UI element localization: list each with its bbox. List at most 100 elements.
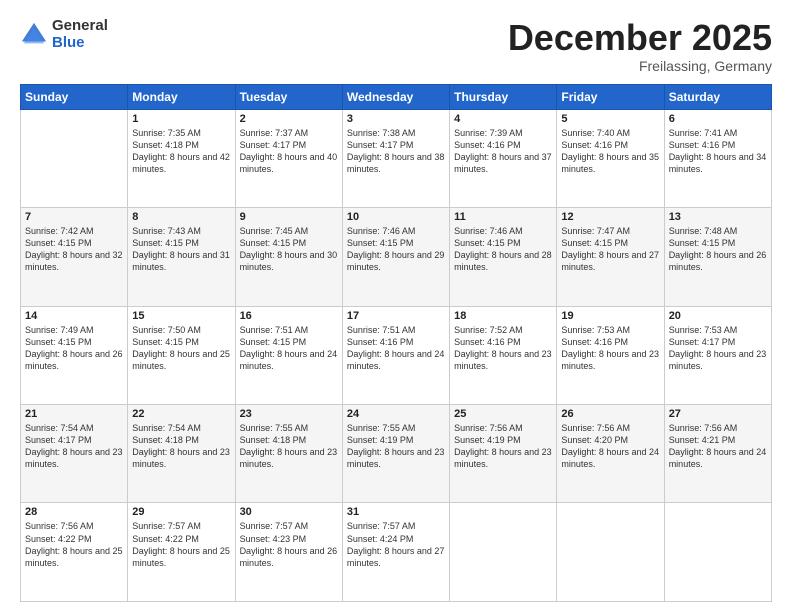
cell-info: Sunrise: 7:56 AMSunset: 4:20 PMDaylight:… — [561, 422, 659, 471]
cell-info: Sunrise: 7:57 AMSunset: 4:23 PMDaylight:… — [240, 520, 338, 569]
header: General Blue December 2025 Freilassing, … — [20, 18, 772, 74]
calendar-week-row: 28 Sunrise: 7:56 AMSunset: 4:22 PMDayligh… — [21, 503, 772, 602]
day-number: 9 — [240, 211, 338, 223]
cell-info: Sunrise: 7:53 AMSunset: 4:16 PMDaylight:… — [561, 324, 659, 373]
calendar-cell: 9 Sunrise: 7:45 AMSunset: 4:15 PMDaylight… — [235, 208, 342, 306]
cell-info: Sunrise: 7:57 AMSunset: 4:22 PMDaylight:… — [132, 520, 230, 569]
day-number: 5 — [561, 113, 659, 125]
cell-info: Sunrise: 7:55 AMSunset: 4:18 PMDaylight:… — [240, 422, 338, 471]
day-number: 17 — [347, 310, 445, 322]
day-number: 27 — [669, 408, 767, 420]
calendar-week-row: 7Sunrise: 7:42 AMSunset: 4:15 PMDaylight… — [21, 208, 772, 306]
day-number: 25 — [454, 408, 552, 420]
day-number: 18 — [454, 310, 552, 322]
calendar-cell: 22 Sunrise: 7:54 AMSunset: 4:18 PMDayligh… — [128, 405, 235, 503]
day-number: 23 — [240, 408, 338, 420]
calendar-cell: 27Sunrise: 7:56 AMSunset: 4:21 PMDayligh… — [664, 405, 771, 503]
calendar-week-row: 14 Sunrise: 7:49 AMSunset: 4:15 PMDayligh… — [21, 306, 772, 404]
cell-info: Sunrise: 7:51 AMSunset: 4:16 PMDaylight:… — [347, 324, 445, 373]
calendar-cell: 6Sunrise: 7:41 AMSunset: 4:16 PMDaylight… — [664, 109, 771, 207]
cell-info: Sunrise: 7:43 AMSunset: 4:15 PMDaylight:… — [132, 225, 230, 274]
calendar-cell: 4 Sunrise: 7:39 AMSunset: 4:16 PMDaylight… — [450, 109, 557, 207]
calendar-cell: 21 Sunrise: 7:54 AMSunset: 4:17 PMDayligh… — [21, 405, 128, 503]
weekday-header-thursday: Thursday — [450, 84, 557, 109]
cell-info: Sunrise: 7:45 AMSunset: 4:15 PMDaylight:… — [240, 225, 338, 274]
day-number: 22 — [132, 408, 230, 420]
calendar-week-row: 21 Sunrise: 7:54 AMSunset: 4:17 PMDayligh… — [21, 405, 772, 503]
day-number: 12 — [561, 211, 659, 223]
cell-info: Sunrise: 7:56 AMSunset: 4:22 PMDaylight:… — [25, 520, 123, 569]
calendar-cell: 30 Sunrise: 7:57 AMSunset: 4:23 PMDayligh… — [235, 503, 342, 602]
logo-general-text: General — [52, 18, 108, 35]
cell-info: Sunrise: 7:37 AMSunset: 4:17 PMDaylight:… — [240, 127, 338, 176]
cell-info: Sunrise: 7:41 AMSunset: 4:16 PMDaylight:… — [669, 127, 767, 176]
day-number: 14 — [25, 310, 123, 322]
calendar-cell: 25 Sunrise: 7:56 AMSunset: 4:19 PMDayligh… — [450, 405, 557, 503]
cell-info: Sunrise: 7:48 AMSunset: 4:15 PMDaylight:… — [669, 225, 767, 274]
day-number: 30 — [240, 506, 338, 518]
logo-icon — [20, 21, 48, 49]
calendar-cell: 26Sunrise: 7:56 AMSunset: 4:20 PMDayligh… — [557, 405, 664, 503]
cell-info: Sunrise: 7:54 AMSunset: 4:18 PMDaylight:… — [132, 422, 230, 471]
calendar-cell: 10 Sunrise: 7:46 AMSunset: 4:15 PMDayligh… — [342, 208, 449, 306]
cell-info: Sunrise: 7:46 AMSunset: 4:15 PMDaylight:… — [347, 225, 445, 274]
weekday-header-row: SundayMondayTuesdayWednesdayThursdayFrid… — [21, 84, 772, 109]
calendar-cell: 18 Sunrise: 7:52 AMSunset: 4:16 PMDayligh… — [450, 306, 557, 404]
cell-info: Sunrise: 7:55 AMSunset: 4:19 PMDaylight:… — [347, 422, 445, 471]
weekday-header-sunday: Sunday — [21, 84, 128, 109]
day-number: 3 — [347, 113, 445, 125]
weekday-header-monday: Monday — [128, 84, 235, 109]
calendar-table: SundayMondayTuesdayWednesdayThursdayFrid… — [20, 84, 772, 602]
day-number: 11 — [454, 211, 552, 223]
day-number: 4 — [454, 113, 552, 125]
cell-info: Sunrise: 7:56 AMSunset: 4:19 PMDaylight:… — [454, 422, 552, 471]
calendar-cell: 1Sunrise: 7:35 AMSunset: 4:18 PMDaylight… — [128, 109, 235, 207]
calendar-cell — [21, 109, 128, 207]
calendar-cell: 14 Sunrise: 7:49 AMSunset: 4:15 PMDayligh… — [21, 306, 128, 404]
calendar-cell: 5 Sunrise: 7:40 AMSunset: 4:16 PMDaylight… — [557, 109, 664, 207]
day-number: 21 — [25, 408, 123, 420]
day-number: 10 — [347, 211, 445, 223]
calendar-cell — [557, 503, 664, 602]
day-number: 15 — [132, 310, 230, 322]
logo-blue-text: Blue — [52, 35, 108, 52]
calendar-cell: 11 Sunrise: 7:46 AMSunset: 4:15 PMDayligh… — [450, 208, 557, 306]
day-number: 29 — [132, 506, 230, 518]
cell-info: Sunrise: 7:51 AMSunset: 4:15 PMDaylight:… — [240, 324, 338, 373]
day-number: 7 — [25, 211, 123, 223]
cell-info: Sunrise: 7:39 AMSunset: 4:16 PMDaylight:… — [454, 127, 552, 176]
calendar-cell: 15Sunrise: 7:50 AMSunset: 4:15 PMDayligh… — [128, 306, 235, 404]
calendar-cell: 23 Sunrise: 7:55 AMSunset: 4:18 PMDayligh… — [235, 405, 342, 503]
weekday-header-tuesday: Tuesday — [235, 84, 342, 109]
weekday-header-saturday: Saturday — [664, 84, 771, 109]
title-block: December 2025 Freilassing, Germany — [508, 18, 772, 74]
day-number: 1 — [132, 113, 230, 125]
calendar-cell: 29 Sunrise: 7:57 AMSunset: 4:22 PMDayligh… — [128, 503, 235, 602]
day-number: 8 — [132, 211, 230, 223]
calendar-cell: 19Sunrise: 7:53 AMSunset: 4:16 PMDayligh… — [557, 306, 664, 404]
cell-info: Sunrise: 7:57 AMSunset: 4:24 PMDaylight:… — [347, 520, 445, 569]
calendar-page: General Blue December 2025 Freilassing, … — [0, 0, 792, 612]
location-subtitle: Freilassing, Germany — [508, 58, 772, 74]
day-number: 16 — [240, 310, 338, 322]
day-number: 31 — [347, 506, 445, 518]
calendar-cell: 28 Sunrise: 7:56 AMSunset: 4:22 PMDayligh… — [21, 503, 128, 602]
cell-info: Sunrise: 7:46 AMSunset: 4:15 PMDaylight:… — [454, 225, 552, 274]
weekday-header-wednesday: Wednesday — [342, 84, 449, 109]
cell-info: Sunrise: 7:53 AMSunset: 4:17 PMDaylight:… — [669, 324, 767, 373]
calendar-cell: 2 Sunrise: 7:37 AMSunset: 4:17 PMDaylight… — [235, 109, 342, 207]
calendar-cell: 3Sunrise: 7:38 AMSunset: 4:17 PMDaylight… — [342, 109, 449, 207]
day-number: 28 — [25, 506, 123, 518]
cell-info: Sunrise: 7:49 AMSunset: 4:15 PMDaylight:… — [25, 324, 123, 373]
cell-info: Sunrise: 7:40 AMSunset: 4:16 PMDaylight:… — [561, 127, 659, 176]
calendar-week-row: 1Sunrise: 7:35 AMSunset: 4:18 PMDaylight… — [21, 109, 772, 207]
calendar-cell: 17 Sunrise: 7:51 AMSunset: 4:16 PMDayligh… — [342, 306, 449, 404]
calendar-cell: 24Sunrise: 7:55 AMSunset: 4:19 PMDayligh… — [342, 405, 449, 503]
day-number: 2 — [240, 113, 338, 125]
cell-info: Sunrise: 7:54 AMSunset: 4:17 PMDaylight:… — [25, 422, 123, 471]
calendar-cell — [450, 503, 557, 602]
day-number: 13 — [669, 211, 767, 223]
calendar-cell: 20Sunrise: 7:53 AMSunset: 4:17 PMDayligh… — [664, 306, 771, 404]
cell-info: Sunrise: 7:52 AMSunset: 4:16 PMDaylight:… — [454, 324, 552, 373]
cell-info: Sunrise: 7:47 AMSunset: 4:15 PMDaylight:… — [561, 225, 659, 274]
